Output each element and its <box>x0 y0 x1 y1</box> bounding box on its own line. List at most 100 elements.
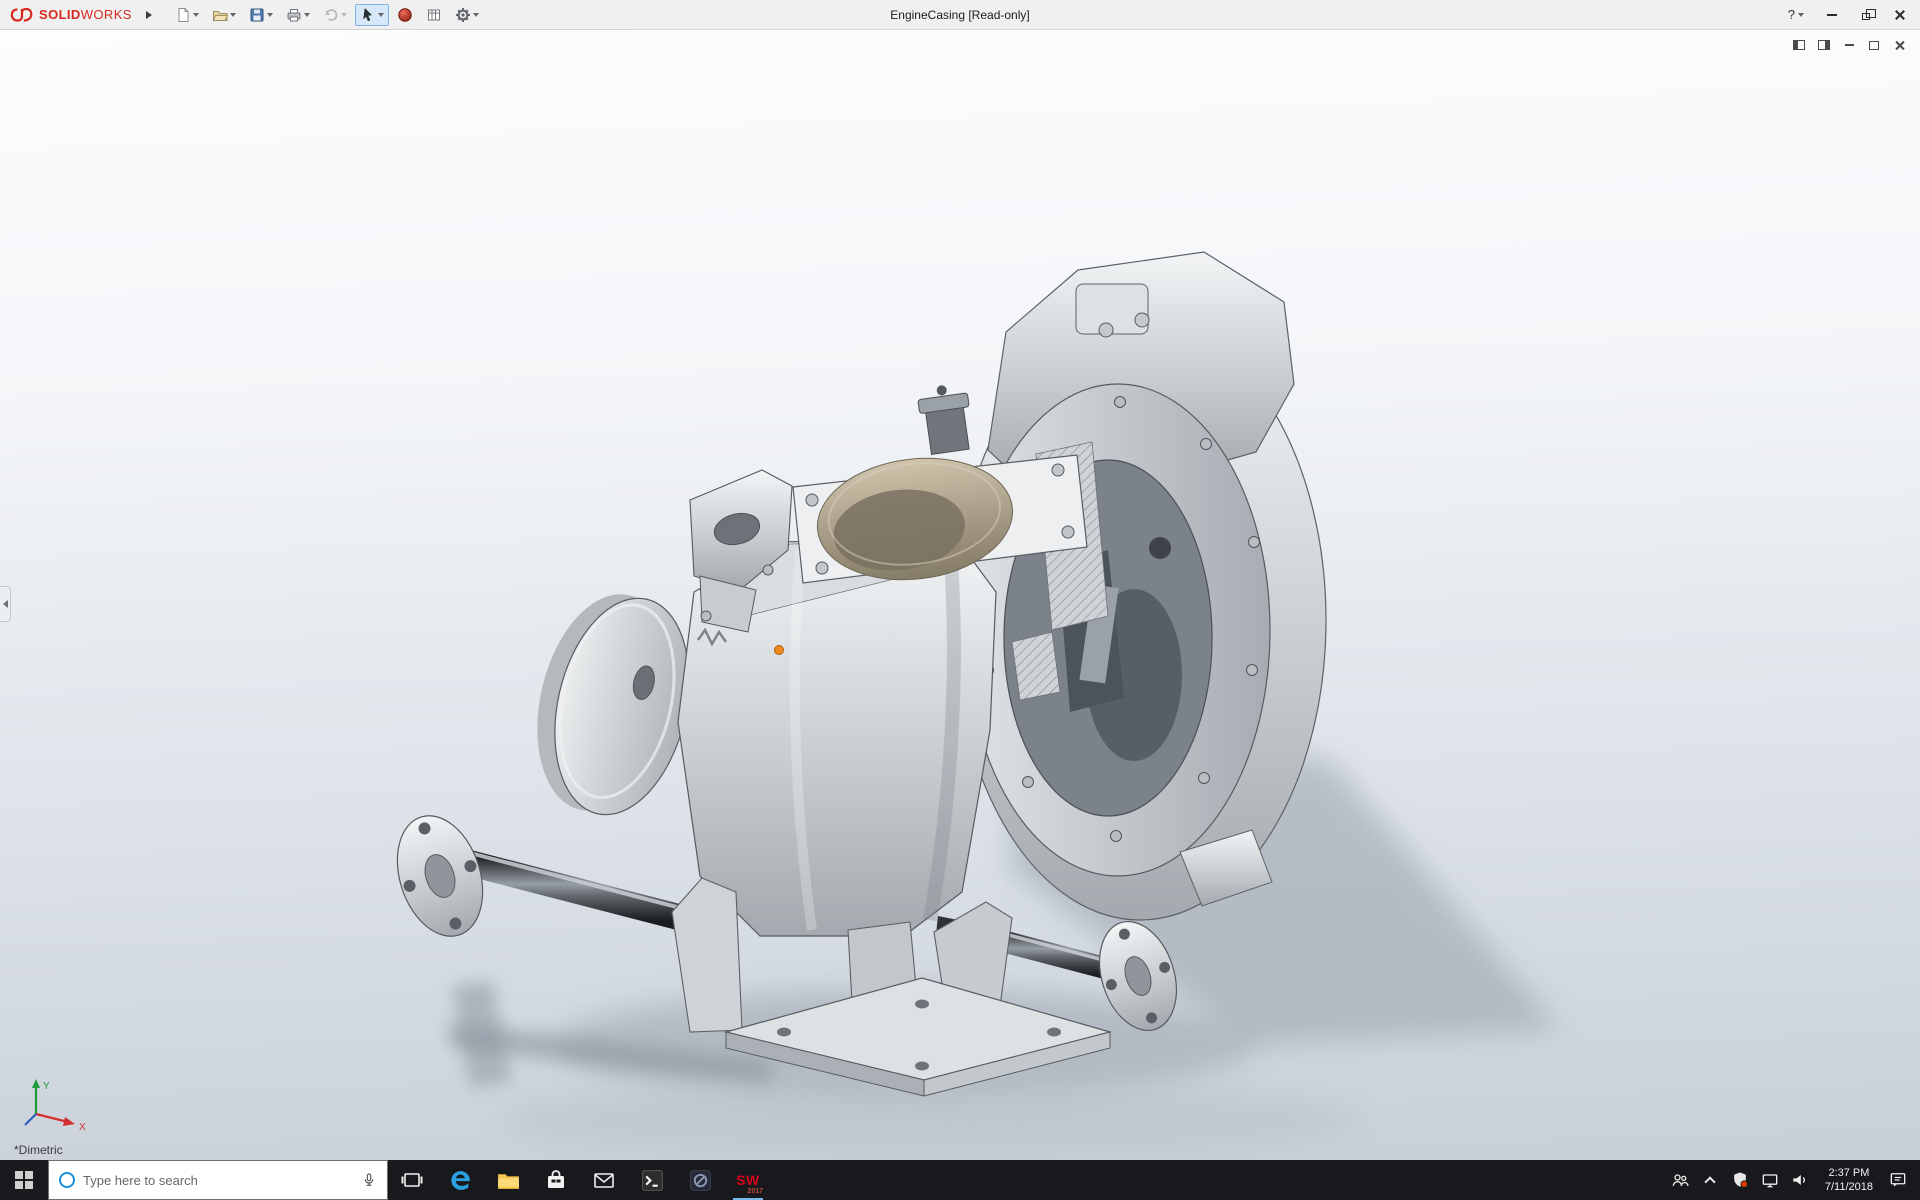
close-icon <box>1894 40 1905 51</box>
render-tools-button[interactable] <box>392 4 418 26</box>
store-button[interactable] <box>532 1160 580 1200</box>
table-icon <box>427 9 440 20</box>
help-button[interactable]: ? <box>1780 7 1812 22</box>
taskbar-search[interactable] <box>48 1160 388 1200</box>
command-prompt-button[interactable] <box>628 1160 676 1200</box>
undo-icon <box>325 8 338 21</box>
left-flange <box>396 815 484 937</box>
minimize-icon <box>1827 13 1837 16</box>
solidworks-window: SOLIDWORKS EngineCasing [Read-only] ? Y … <box>0 0 1920 1200</box>
save-icon <box>250 8 264 21</box>
volume-button[interactable] <box>1785 1160 1815 1200</box>
orientation-label: *Dimetric <box>14 1143 63 1157</box>
network-icon <box>1762 1174 1778 1188</box>
action-center-button[interactable] <box>1883 1160 1913 1200</box>
top-fitting <box>917 385 970 455</box>
new-document-icon <box>178 7 189 22</box>
minimize-icon <box>1844 44 1854 46</box>
save-button[interactable] <box>244 4 278 26</box>
restore-document-button[interactable] <box>1865 37 1883 53</box>
help-glyph: ? <box>1787 7 1795 22</box>
undo-button[interactable] <box>318 4 352 26</box>
taskbar: SW 2017 2:37 PM 7/11/2018 <box>0 1160 1920 1200</box>
mail-button[interactable] <box>580 1160 628 1200</box>
restore-button[interactable] <box>1852 4 1880 26</box>
file-explorer-icon <box>497 1173 519 1189</box>
close-document-button[interactable] <box>1890 37 1908 53</box>
mail-icon <box>594 1173 614 1188</box>
pane-right-icon <box>1818 40 1830 50</box>
close-button[interactable] <box>1886 4 1914 26</box>
people-icon <box>1672 1174 1689 1186</box>
document-window-controls <box>1790 37 1908 53</box>
dassault-logo-icon <box>10 7 33 22</box>
new-document-button[interactable] <box>170 4 204 26</box>
collapse-arrow-icon <box>2 600 8 608</box>
panel-flyout-tab[interactable] <box>0 586 11 622</box>
cortana-icon <box>59 1172 75 1188</box>
evaluate-button[interactable] <box>421 4 447 26</box>
solidworks-logo: SOLIDWORKS <box>6 6 136 24</box>
solidworks-app-year: 2017 <box>747 1188 763 1195</box>
select-cursor-icon <box>363 7 372 21</box>
dropdown-caret-icon <box>229 12 236 17</box>
task-view-button[interactable] <box>388 1160 436 1200</box>
system-tray: 2:37 PM 7/11/2018 <box>1665 1160 1920 1200</box>
pane-left-icon <box>1793 40 1805 50</box>
store-bag-icon <box>548 1170 564 1188</box>
print-button[interactable] <box>281 4 315 26</box>
titlebar: SOLIDWORKS EngineCasing [Read-only] ? <box>0 0 1920 30</box>
print-icon <box>287 8 301 21</box>
dropdown-caret-icon <box>1798 12 1804 17</box>
minimize-button[interactable] <box>1818 4 1846 26</box>
quick-access-toolbar <box>170 3 484 26</box>
graphics-area[interactable]: Y X *Dimetric <box>0 30 1920 1160</box>
engine-casing-model[interactable] <box>0 30 1920 1160</box>
dropdown-caret-icon <box>340 12 347 17</box>
windows-logo-icon <box>15 1171 33 1189</box>
red-sphere-icon <box>398 7 412 22</box>
expand-arrow-icon <box>145 10 152 19</box>
taskbar-clock[interactable]: 2:37 PM 7/11/2018 <box>1815 1166 1883 1194</box>
dropdown-caret-icon <box>192 12 199 17</box>
app-icon-generic <box>689 1169 711 1191</box>
open-document-button[interactable] <box>207 4 241 26</box>
crankcase-housing <box>953 251 1327 921</box>
tray-overflow-button[interactable] <box>1695 1160 1725 1200</box>
network-status-button[interactable] <box>1755 1160 1785 1200</box>
brand-works: WORKS <box>80 7 132 22</box>
solidworks-app-icon: SW 2017 <box>733 1165 763 1195</box>
edge-icon <box>450 1170 470 1190</box>
select-tool-button[interactable] <box>354 3 389 26</box>
window-controls: ? <box>1780 4 1914 26</box>
options-gear-icon <box>455 7 470 22</box>
dropdown-caret-icon <box>377 12 384 17</box>
file-explorer-button[interactable] <box>484 1160 532 1200</box>
task-view-icon <box>401 1173 423 1187</box>
origin-point <box>774 645 784 655</box>
shield-icon <box>1734 1172 1748 1188</box>
start-button[interactable] <box>0 1160 48 1200</box>
chevron-up-icon <box>1704 1176 1716 1188</box>
brand-solid: SOLID <box>39 7 81 22</box>
restore-icon <box>1869 40 1879 50</box>
pane-right-button[interactable] <box>1815 37 1833 53</box>
security-status-button[interactable] <box>1725 1160 1755 1200</box>
edge-button[interactable] <box>436 1160 484 1200</box>
triad-x-label: X <box>79 1122 86 1133</box>
people-button[interactable] <box>1665 1160 1695 1200</box>
app-button-dark[interactable] <box>676 1160 724 1200</box>
solidworks-taskbar-button[interactable]: SW 2017 <box>724 1160 772 1200</box>
command-prompt-icon <box>641 1169 663 1191</box>
microphone-icon[interactable] <box>361 1172 377 1188</box>
dropdown-caret-icon <box>266 12 273 17</box>
search-input[interactable] <box>83 1172 353 1188</box>
orientation-triad[interactable]: Y X <box>16 1072 100 1134</box>
minimize-document-button[interactable] <box>1840 37 1858 53</box>
clock-time: 2:37 PM <box>1828 1167 1870 1179</box>
options-button[interactable] <box>450 4 484 26</box>
close-icon <box>1894 9 1906 21</box>
menu-expander-button[interactable] <box>140 4 158 26</box>
pane-left-button[interactable] <box>1790 37 1808 53</box>
speaker-icon <box>1793 1175 1805 1185</box>
